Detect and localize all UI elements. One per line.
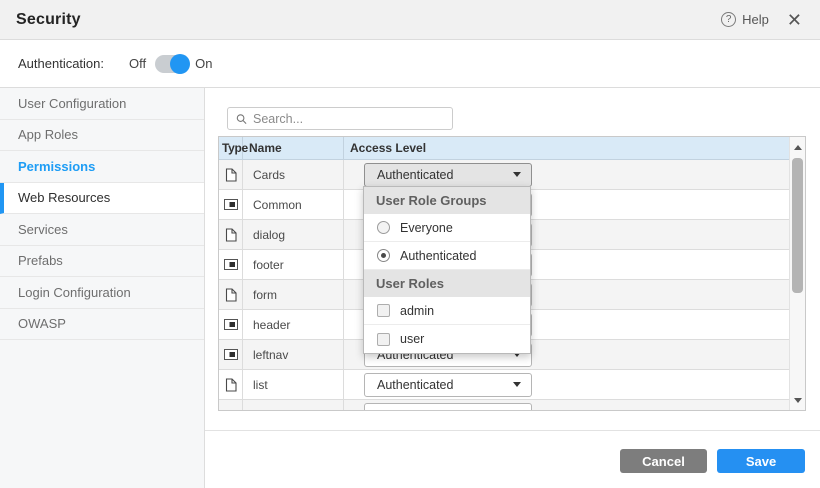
web-resources-panel: Type Name Access Level Cards Authenticat… (205, 88, 820, 488)
sidebar-item-permissions[interactable]: Permissions (0, 151, 204, 183)
table-row: list Authenticated (219, 370, 789, 400)
checkbox-admin (377, 304, 390, 317)
dropdown-option-label: user (400, 332, 424, 346)
page-title: Security (16, 11, 81, 29)
toggle-off-label: Off (129, 56, 146, 71)
column-header-name: Name (243, 137, 344, 159)
type-cell (219, 220, 243, 249)
row-name: leftnav (243, 340, 344, 369)
sidebar-item-label: Login Configuration (18, 285, 131, 300)
type-cell (219, 370, 243, 399)
radio-everyone (377, 221, 390, 234)
dropdown-section-header: User Roles (364, 270, 530, 297)
type-cell (219, 160, 243, 189)
sidebar-nav: User Configuration App Roles Permissions… (0, 88, 205, 488)
dialog-footer: Cancel Save (205, 430, 820, 488)
type-cell (219, 250, 243, 279)
sidebar-item-owasp[interactable]: OWASP (0, 309, 204, 341)
titlebar-actions: ? Help ✕ (721, 11, 804, 29)
authentication-toggle[interactable] (155, 55, 189, 73)
row-name (243, 400, 344, 410)
dropdown-section-header: User Role Groups (364, 187, 530, 214)
dropdown-option-user[interactable]: user (364, 325, 530, 353)
sidebar-item-label: App Roles (18, 127, 78, 142)
security-dialog: Security ? Help ✕ Authentication: Off On… (0, 0, 820, 488)
close-icon[interactable]: ✕ (785, 11, 804, 29)
access-cell: Authenticated (344, 160, 789, 189)
sidebar-item-user-configuration[interactable]: User Configuration (0, 88, 204, 120)
table-scrollbar[interactable] (789, 137, 805, 410)
sidebar-item-login-configuration[interactable]: Login Configuration (0, 277, 204, 309)
partial-icon (224, 349, 238, 360)
type-cell (219, 400, 243, 410)
row-name: form (243, 280, 344, 309)
scroll-down-icon[interactable] (790, 393, 805, 407)
access-level-select[interactable] (364, 403, 532, 410)
column-header-access-level: Access Level (344, 137, 789, 159)
row-name: list (243, 370, 344, 399)
row-name: Cards (243, 160, 344, 189)
partial-icon (224, 259, 238, 270)
chevron-down-icon (513, 382, 521, 387)
table-row-partial (219, 400, 789, 410)
access-cell: Authenticated (344, 370, 789, 399)
access-level-value: Authenticated (377, 168, 453, 182)
type-cell (219, 190, 243, 219)
access-level-select[interactable]: Authenticated (364, 373, 532, 397)
sidebar-item-label: OWASP (18, 316, 66, 331)
search-box (227, 107, 453, 130)
help-icon: ? (721, 12, 736, 27)
type-cell (219, 340, 243, 369)
authentication-label: Authentication: (18, 56, 104, 71)
row-name: dialog (243, 220, 344, 249)
table-header-row: Type Name Access Level (219, 137, 789, 160)
dropdown-option-label: Authenticated (400, 249, 476, 263)
type-cell (219, 310, 243, 339)
dropdown-option-label: admin (400, 304, 434, 318)
sidebar-item-label: User Configuration (18, 96, 126, 111)
authentication-bar: Authentication: Off On (0, 40, 820, 88)
access-level-dropdown-panel: User Role Groups Everyone Authenticated … (363, 186, 531, 354)
sidebar-item-prefabs[interactable]: Prefabs (0, 246, 204, 278)
row-name: header (243, 310, 344, 339)
page-icon (225, 228, 237, 242)
search-input[interactable] (253, 112, 444, 126)
row-name: Common (243, 190, 344, 219)
page-icon (225, 168, 237, 182)
sidebar-item-label: Web Resources (18, 190, 110, 205)
sidebar-item-label: Prefabs (18, 253, 63, 268)
checkbox-user (377, 333, 390, 346)
access-level-select[interactable]: Authenticated (364, 163, 532, 187)
dialog-titlebar: Security ? Help ✕ (0, 0, 820, 40)
sidebar-item-services[interactable]: Services (0, 214, 204, 246)
save-button[interactable]: Save (717, 449, 805, 473)
row-name: footer (243, 250, 344, 279)
sidebar-item-web-resources[interactable]: Web Resources (0, 183, 204, 215)
search-icon (236, 113, 247, 125)
toggle-knob (170, 54, 190, 74)
sidebar-item-app-roles[interactable]: App Roles (0, 120, 204, 152)
sidebar-item-label: Permissions (18, 159, 95, 174)
dropdown-option-label: Everyone (400, 221, 453, 235)
chevron-down-icon (513, 172, 521, 177)
radio-authenticated (377, 249, 390, 262)
sidebar-item-label: Services (18, 222, 68, 237)
type-cell (219, 280, 243, 309)
cancel-button[interactable]: Cancel (620, 449, 707, 473)
scroll-up-icon[interactable] (790, 140, 805, 154)
dropdown-option-everyone[interactable]: Everyone (364, 214, 530, 242)
toggle-on-label: On (195, 56, 212, 71)
partial-icon (224, 199, 238, 210)
column-header-type: Type (219, 137, 243, 159)
access-cell (344, 400, 789, 410)
dropdown-option-authenticated[interactable]: Authenticated (364, 242, 530, 270)
page-icon (225, 288, 237, 302)
access-level-value: Authenticated (377, 378, 453, 392)
page-icon (225, 378, 237, 392)
scrollbar-thumb[interactable] (792, 158, 803, 293)
help-button[interactable]: ? Help (721, 12, 769, 27)
help-label: Help (742, 12, 769, 27)
dropdown-option-admin[interactable]: admin (364, 297, 530, 325)
partial-icon (224, 319, 238, 330)
